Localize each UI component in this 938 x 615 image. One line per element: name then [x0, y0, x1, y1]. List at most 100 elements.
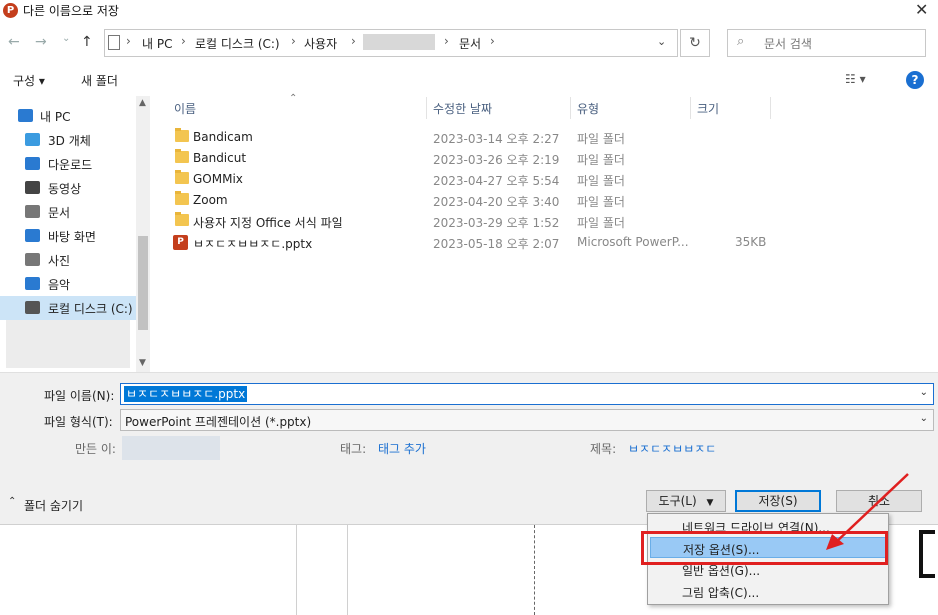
file-row[interactable]: P ㅂㅈㄷㅈㅂㅂㅈㄷ.pptx 2023-05-18 오후 2:07 Microsof…	[168, 232, 938, 253]
folder-icon	[175, 128, 189, 142]
folder-icon	[175, 212, 189, 226]
file-row[interactable]: Bandicut 2023-03-26 오후 2:19 파일 폴더	[168, 148, 938, 169]
back-icon[interactable]: ←	[8, 34, 20, 50]
scroll-up-icon[interactable]: ▲	[139, 98, 146, 108]
window-title: 다른 이름으로 저장	[23, 4, 119, 18]
file-size: 35KB	[735, 235, 767, 249]
sidebar-item-label: 음악	[48, 278, 71, 292]
recent-locations-icon[interactable]: ⌄	[62, 33, 70, 44]
tools-label: 도구(L)	[658, 494, 697, 508]
collapse-icon[interactable]: ⌃	[8, 496, 16, 507]
sidebar-item-label: 문서	[48, 206, 71, 220]
filename-label: 파일 이름(N):	[44, 389, 115, 403]
sidebar-item-label: 바탕 화면	[48, 230, 96, 244]
film-icon	[25, 181, 40, 194]
slide-edge	[347, 525, 348, 615]
column-divider[interactable]	[570, 97, 571, 119]
sidebar-item[interactable]: 바탕 화면	[0, 224, 136, 248]
column-header-modified[interactable]: 수정한 날짜	[433, 100, 492, 117]
title-input[interactable]: ㅂㅈㄷㅈㅂㅂㅈㄷ	[628, 440, 716, 457]
slide-pane-edge	[296, 525, 297, 615]
sidebar-item-label: 다운로드	[48, 158, 93, 172]
file-name: Bandicut	[193, 151, 247, 165]
breadcrumb-documents[interactable]: 문서	[459, 35, 481, 52]
breadcrumb-separator: ›	[490, 34, 495, 48]
file-modified: 2023-03-14 오후 2:27	[433, 132, 560, 146]
sort-ascending-icon: ⌃	[289, 93, 298, 104]
chevron-down-icon[interactable]: ⌄	[920, 413, 928, 424]
file-modified: 2023-05-18 오후 2:07	[433, 237, 560, 251]
folder-icon	[175, 170, 189, 184]
file-name: 사용자 지정 Office 서식 파일	[193, 216, 343, 230]
sidebar-item[interactable]: 내 PC	[0, 104, 136, 128]
file-row[interactable]: Bandicam 2023-03-14 오후 2:27 파일 폴더	[168, 127, 938, 148]
sidebar-item-label: 3D 개체	[48, 134, 91, 148]
hide-folders-button[interactable]: 폴더 숨기기	[24, 497, 83, 514]
file-name: Bandicam	[193, 130, 253, 144]
breadcrumb-disk[interactable]: 로컬 디스크 (C:)	[195, 35, 280, 52]
new-folder-button[interactable]: 새 폴더	[81, 72, 118, 89]
location-icon	[108, 35, 120, 50]
chevron-down-icon: ▼	[706, 498, 714, 508]
file-modified: 2023-03-29 오후 1:52	[433, 216, 560, 230]
file-modified: 2023-03-26 오후 2:19	[433, 153, 560, 167]
file-row[interactable]: Zoom 2023-04-20 오후 3:40 파일 폴더	[168, 190, 938, 211]
sidebar-item[interactable]: 문서	[0, 200, 136, 224]
save-button[interactable]: 저장(S)	[735, 490, 821, 512]
slide-text-fragment	[919, 530, 935, 578]
sidebar-item[interactable]: 동영상	[0, 176, 136, 200]
breadcrumb-separator: ›	[126, 34, 131, 48]
file-modified: 2023-04-27 오후 5:54	[433, 174, 560, 188]
column-divider[interactable]	[770, 97, 771, 119]
scroll-down-icon[interactable]: ▼	[139, 358, 146, 368]
music-icon	[25, 277, 40, 290]
column-header-name[interactable]: 이름	[174, 100, 196, 117]
tools-button[interactable]: 도구(L) ▼	[646, 490, 726, 512]
column-header-size[interactable]: 크기	[697, 100, 719, 117]
sidebar-item[interactable]: 다운로드	[0, 152, 136, 176]
file-row[interactable]: GOMMix 2023-04-27 오후 5:54 파일 폴더	[168, 169, 938, 190]
navigation-scrollbar[interactable]	[136, 96, 150, 372]
breadcrumb-separator: ›	[181, 34, 186, 48]
sidebar-item[interactable]: 음악	[0, 272, 136, 296]
sidebar-item[interactable]: 3D 개체	[0, 128, 136, 152]
search-placeholder: 문서 검색	[764, 37, 812, 51]
file-name: Zoom	[193, 193, 228, 207]
pc-icon	[18, 109, 33, 122]
breadcrumb-separator: ›	[444, 34, 449, 48]
redacted-author[interactable]	[122, 436, 220, 460]
up-icon[interactable]: ↑	[81, 34, 93, 50]
tags-input[interactable]: 태그 추가	[378, 440, 426, 457]
document-icon	[25, 205, 40, 218]
filename-value: ㅂㅈㄷㅈㅂㅂㅈㄷ.pptx	[124, 386, 248, 402]
chevron-down-icon[interactable]: ⌄	[920, 387, 928, 398]
breadcrumb-pc[interactable]: 내 PC	[142, 35, 172, 52]
sidebar-item-label: 로컬 디스크 (C:)	[48, 302, 133, 316]
view-options-icon[interactable]: ☷ ▾	[845, 72, 866, 86]
breadcrumb-users[interactable]: 사용자	[304, 35, 337, 52]
filetype-select[interactable]: PowerPoint 프레젠테이션 (*.pptx) ⌄	[120, 409, 934, 431]
column-divider[interactable]	[426, 97, 427, 119]
file-row[interactable]: 사용자 지정 Office 서식 파일 2023-03-29 오후 1:52 파일 …	[168, 211, 938, 232]
help-icon[interactable]: ?	[906, 71, 924, 89]
filename-input[interactable]: ㅂㅈㄷㅈㅂㅂㅈㄷ.pptx ⌄	[120, 383, 934, 405]
sidebar-item[interactable]: 로컬 디스크 (C:)	[0, 296, 136, 320]
annotation-arrow	[826, 473, 909, 550]
download-icon	[25, 157, 40, 170]
sidebar-item[interactable]: 사진	[0, 248, 136, 272]
scrollbar-thumb[interactable]	[138, 236, 148, 330]
powerpoint-icon: P	[3, 3, 18, 18]
file-type: Microsoft PowerP...	[577, 235, 689, 249]
address-dropdown-icon[interactable]: ⌄	[657, 35, 666, 48]
organize-button[interactable]: 구성 ▾	[13, 72, 45, 89]
search-input[interactable]: ⌕ 문서 검색	[727, 29, 926, 57]
file-modified: 2023-04-20 오후 3:40	[433, 195, 560, 209]
close-icon[interactable]: ✕	[915, 0, 928, 19]
menu-item-compress-pictures[interactable]: 그림 압축(C)...	[650, 581, 886, 602]
refresh-icon[interactable]: ↻	[680, 29, 710, 57]
file-type: 파일 폴더	[577, 174, 625, 188]
forward-icon[interactable]: →	[35, 34, 47, 50]
filetype-value: PowerPoint 프레젠테이션 (*.pptx)	[125, 415, 312, 429]
column-header-type[interactable]: 유형	[577, 100, 599, 117]
column-divider[interactable]	[690, 97, 691, 119]
